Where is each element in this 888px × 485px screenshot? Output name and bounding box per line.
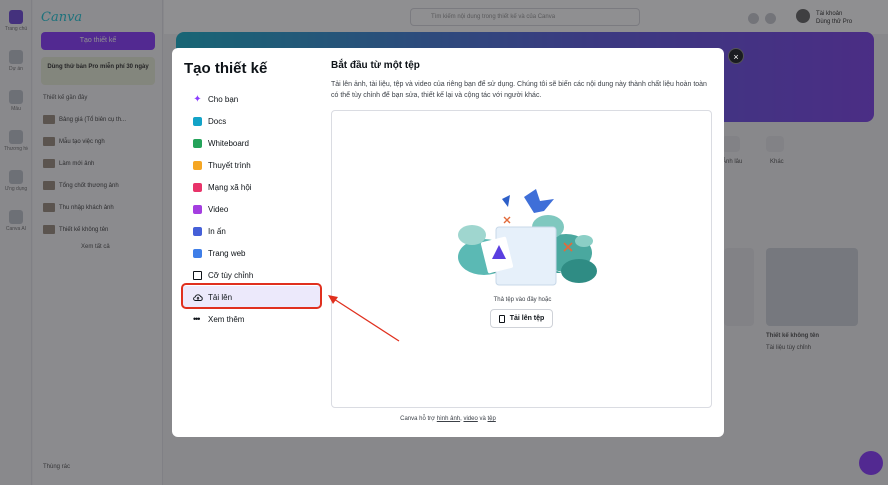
nav-item-presentation[interactable]: Thuyết trình [182, 154, 322, 176]
nav-item-print[interactable]: In ấn [182, 220, 322, 242]
files-link[interactable]: tệp [488, 416, 496, 422]
website-icon [193, 248, 202, 258]
close-modal-button[interactable]: × [728, 48, 744, 64]
nav-item-whiteboard[interactable]: Whiteboard [182, 132, 322, 154]
nav-item-more[interactable]: ••• Xem thêm [182, 308, 322, 330]
video-icon [193, 204, 202, 214]
more-icon: ••• [193, 313, 200, 324]
supported-formats-note: Canva hỗ trợ hình ảnh, video và tệp [400, 416, 496, 422]
modal-title: Tạo thiết kế [184, 60, 268, 77]
heart-icon [193, 182, 202, 192]
create-design-modal: Tạo thiết kế ✦ Cho bạn Docs Whiteboard Th… [172, 48, 724, 437]
upload-illustration [458, 189, 597, 286]
nav-item-for-you[interactable]: ✦ Cho bạn [182, 88, 322, 110]
sparkle-icon: ✦ [193, 93, 202, 105]
presentation-icon [193, 160, 202, 170]
file-icon [498, 314, 505, 323]
whiteboard-icon [193, 138, 202, 148]
section-title: Bắt đầu từ một tệp [331, 60, 420, 71]
nav-item-website[interactable]: Trang web [182, 242, 322, 264]
nav-item-video[interactable]: Video [182, 198, 322, 220]
docs-icon [193, 116, 202, 126]
upload-highlight-box [181, 283, 322, 309]
images-link[interactable]: hình ảnh [437, 416, 460, 422]
custom-size-icon [193, 270, 202, 280]
nav-item-docs[interactable]: Docs [182, 110, 322, 132]
nav-item-social[interactable]: Mạng xã hội [182, 176, 322, 198]
drop-hint: Thả tệp vào đây hoặc [493, 297, 552, 303]
section-description: Tải lên ảnh, tài liệu, tệp và video của … [331, 81, 707, 99]
video-link[interactable]: video [463, 416, 477, 422]
print-icon [193, 226, 202, 236]
upload-file-button[interactable]: Tải lên tệp [490, 309, 553, 328]
file-dropzone[interactable]: Thả tệp vào đây hoặc Tải lên tệp [331, 110, 712, 408]
